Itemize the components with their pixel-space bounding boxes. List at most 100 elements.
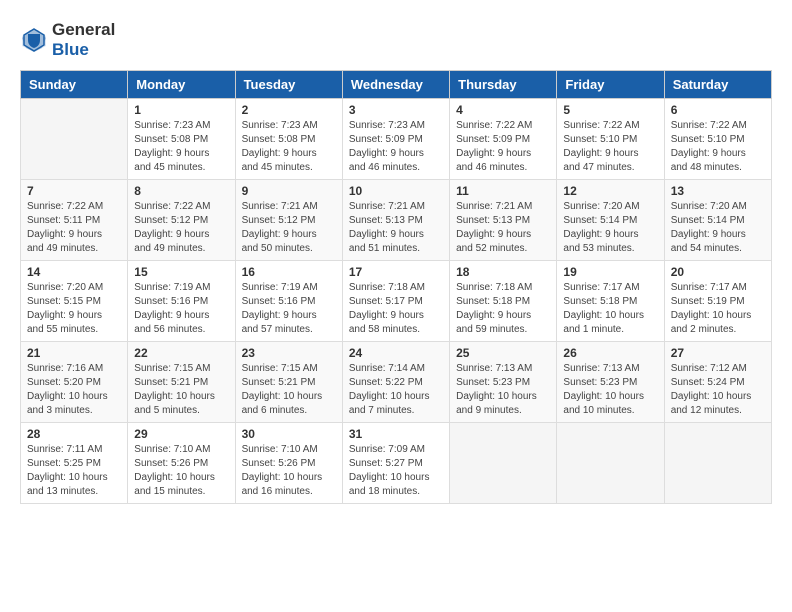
day-info: Sunrise: 7:10 AM Sunset: 5:26 PM Dayligh…: [242, 443, 336, 499]
calendar-cell: 7 Sunrise: 7:22 AM Sunset: 5:11 PM Daylig…: [21, 180, 128, 261]
calendar-cell: 22 Sunrise: 7:15 AM Sunset: 5:21 PM Dayli…: [128, 342, 235, 423]
day-number: 16: [242, 265, 336, 279]
day-number: 21: [27, 346, 121, 360]
calendar-header-saturday: Saturday: [664, 71, 771, 99]
day-info: Sunrise: 7:18 AM Sunset: 5:17 PM Dayligh…: [349, 281, 443, 337]
calendar-cell: 12 Sunrise: 7:20 AM Sunset: 5:14 PM Dayli…: [557, 180, 664, 261]
calendar-week-5: 28 Sunrise: 7:11 AM Sunset: 5:25 PM Dayli…: [21, 423, 772, 504]
day-number: 23: [242, 346, 336, 360]
day-number: 15: [134, 265, 228, 279]
calendar-cell: 6 Sunrise: 7:22 AM Sunset: 5:10 PM Daylig…: [664, 99, 771, 180]
day-info: Sunrise: 7:20 AM Sunset: 5:14 PM Dayligh…: [563, 200, 657, 256]
calendar-cell: 8Sunrise: 7:22 AM Sunset: 5:12 PM Daylig…: [128, 180, 235, 261]
calendar-cell: 30 Sunrise: 7:10 AM Sunset: 5:26 PM Dayli…: [235, 423, 342, 504]
day-number: 26: [563, 346, 657, 360]
day-number: 3: [349, 103, 443, 117]
day-number: 13: [671, 184, 765, 198]
day-info: Sunrise: 7:17 AM Sunset: 5:19 PM Dayligh…: [671, 281, 765, 337]
day-info: Sunrise: 7:18 AM Sunset: 5:18 PM Dayligh…: [456, 281, 550, 337]
calendar-cell: 29 Sunrise: 7:10 AM Sunset: 5:26 PM Dayli…: [128, 423, 235, 504]
day-info: Sunrise: 7:16 AM Sunset: 5:20 PM Dayligh…: [27, 362, 121, 418]
day-number: 18: [456, 265, 550, 279]
day-info: Sunrise: 7:22 AM Sunset: 5:12 PM Dayligh…: [134, 200, 228, 256]
day-info: Sunrise: 7:19 AM Sunset: 5:16 PM Dayligh…: [134, 281, 228, 337]
calendar-cell: 27 Sunrise: 7:12 AM Sunset: 5:24 PM Dayli…: [664, 342, 771, 423]
calendar-header-row: SundayMondayTuesdayWednesdayThursdayFrid…: [21, 71, 772, 99]
day-number: 11: [456, 184, 550, 198]
day-number: 22: [134, 346, 228, 360]
calendar-cell: [450, 423, 557, 504]
day-number: 28: [27, 427, 121, 441]
calendar-cell: [21, 99, 128, 180]
calendar-table: SundayMondayTuesdayWednesdayThursdayFrid…: [20, 70, 772, 504]
day-info: Sunrise: 7:21 AM Sunset: 5:13 PM Dayligh…: [456, 200, 550, 256]
day-info: Sunrise: 7:15 AM Sunset: 5:21 PM Dayligh…: [242, 362, 336, 418]
calendar-cell: 18 Sunrise: 7:18 AM Sunset: 5:18 PM Dayli…: [450, 261, 557, 342]
day-info: Sunrise: 7:09 AM Sunset: 5:27 PM Dayligh…: [349, 443, 443, 499]
calendar-body: 1 Sunrise: 7:23 AM Sunset: 5:08 PM Daylig…: [21, 99, 772, 504]
day-info: Sunrise: 7:23 AM Sunset: 5:09 PM Dayligh…: [349, 119, 443, 175]
day-number: 29: [134, 427, 228, 441]
calendar-cell: 19 Sunrise: 7:17 AM Sunset: 5:18 PM Dayli…: [557, 261, 664, 342]
day-number: 25: [456, 346, 550, 360]
day-info: Sunrise: 7:22 AM Sunset: 5:10 PM Dayligh…: [671, 119, 765, 175]
day-number: 14: [27, 265, 121, 279]
day-info: Sunrise: 7:12 AM Sunset: 5:24 PM Dayligh…: [671, 362, 765, 418]
day-number: 17: [349, 265, 443, 279]
day-info: Sunrise: 7:13 AM Sunset: 5:23 PM Dayligh…: [563, 362, 657, 418]
calendar-cell: 5 Sunrise: 7:22 AM Sunset: 5:10 PM Daylig…: [557, 99, 664, 180]
day-info: Sunrise: 7:23 AM Sunset: 5:08 PM Dayligh…: [134, 119, 228, 175]
calendar-week-3: 14 Sunrise: 7:20 AM Sunset: 5:15 PM Dayli…: [21, 261, 772, 342]
calendar-cell: 26 Sunrise: 7:13 AM Sunset: 5:23 PM Dayli…: [557, 342, 664, 423]
calendar-cell: 16 Sunrise: 7:19 AM Sunset: 5:16 PM Dayli…: [235, 261, 342, 342]
day-info: Sunrise: 7:20 AM Sunset: 5:14 PM Dayligh…: [671, 200, 765, 256]
day-number: 19: [563, 265, 657, 279]
day-number: 12: [563, 184, 657, 198]
calendar-cell: 20Sunrise: 7:17 AM Sunset: 5:19 PM Dayli…: [664, 261, 771, 342]
day-number: 5: [563, 103, 657, 117]
calendar-cell: 3 Sunrise: 7:23 AM Sunset: 5:09 PM Daylig…: [342, 99, 449, 180]
calendar-cell: 28 Sunrise: 7:11 AM Sunset: 5:25 PM Dayli…: [21, 423, 128, 504]
day-info: Sunrise: 7:17 AM Sunset: 5:18 PM Dayligh…: [563, 281, 657, 337]
day-number: 7: [27, 184, 121, 198]
logo-text: General Blue: [52, 20, 115, 60]
day-info: Sunrise: 7:22 AM Sunset: 5:09 PM Dayligh…: [456, 119, 550, 175]
day-number: 6: [671, 103, 765, 117]
day-number: 24: [349, 346, 443, 360]
day-number: 9: [242, 184, 336, 198]
calendar-cell: 14 Sunrise: 7:20 AM Sunset: 5:15 PM Dayli…: [21, 261, 128, 342]
day-info: Sunrise: 7:10 AM Sunset: 5:26 PM Dayligh…: [134, 443, 228, 499]
calendar-cell: [557, 423, 664, 504]
calendar-cell: 4Sunrise: 7:22 AM Sunset: 5:09 PM Daylig…: [450, 99, 557, 180]
calendar-header-thursday: Thursday: [450, 71, 557, 99]
calendar-cell: 17 Sunrise: 7:18 AM Sunset: 5:17 PM Dayli…: [342, 261, 449, 342]
day-info: Sunrise: 7:22 AM Sunset: 5:11 PM Dayligh…: [27, 200, 121, 256]
day-info: Sunrise: 7:21 AM Sunset: 5:13 PM Dayligh…: [349, 200, 443, 256]
calendar-header-monday: Monday: [128, 71, 235, 99]
day-number: 1: [134, 103, 228, 117]
calendar-cell: 25 Sunrise: 7:13 AM Sunset: 5:23 PM Dayli…: [450, 342, 557, 423]
calendar-cell: 31Sunrise: 7:09 AM Sunset: 5:27 PM Dayli…: [342, 423, 449, 504]
day-number: 30: [242, 427, 336, 441]
day-number: 2: [242, 103, 336, 117]
day-info: Sunrise: 7:19 AM Sunset: 5:16 PM Dayligh…: [242, 281, 336, 337]
day-info: Sunrise: 7:15 AM Sunset: 5:21 PM Dayligh…: [134, 362, 228, 418]
day-number: 27: [671, 346, 765, 360]
day-info: Sunrise: 7:22 AM Sunset: 5:10 PM Dayligh…: [563, 119, 657, 175]
calendar-cell: 24Sunrise: 7:14 AM Sunset: 5:22 PM Dayli…: [342, 342, 449, 423]
calendar-cell: 2 Sunrise: 7:23 AM Sunset: 5:08 PM Daylig…: [235, 99, 342, 180]
calendar-cell: 21 Sunrise: 7:16 AM Sunset: 5:20 PM Dayli…: [21, 342, 128, 423]
logo-icon: [20, 26, 48, 54]
calendar-cell: 10 Sunrise: 7:21 AM Sunset: 5:13 PM Dayli…: [342, 180, 449, 261]
day-number: 10: [349, 184, 443, 198]
day-info: Sunrise: 7:11 AM Sunset: 5:25 PM Dayligh…: [27, 443, 121, 499]
calendar-week-2: 7 Sunrise: 7:22 AM Sunset: 5:11 PM Daylig…: [21, 180, 772, 261]
calendar-cell: 11 Sunrise: 7:21 AM Sunset: 5:13 PM Dayli…: [450, 180, 557, 261]
day-info: Sunrise: 7:13 AM Sunset: 5:23 PM Dayligh…: [456, 362, 550, 418]
calendar-header-wednesday: Wednesday: [342, 71, 449, 99]
calendar-header-friday: Friday: [557, 71, 664, 99]
calendar-cell: 13 Sunrise: 7:20 AM Sunset: 5:14 PM Dayli…: [664, 180, 771, 261]
day-info: Sunrise: 7:20 AM Sunset: 5:15 PM Dayligh…: [27, 281, 121, 337]
calendar-cell: 23 Sunrise: 7:15 AM Sunset: 5:21 PM Dayli…: [235, 342, 342, 423]
day-info: Sunrise: 7:23 AM Sunset: 5:08 PM Dayligh…: [242, 119, 336, 175]
